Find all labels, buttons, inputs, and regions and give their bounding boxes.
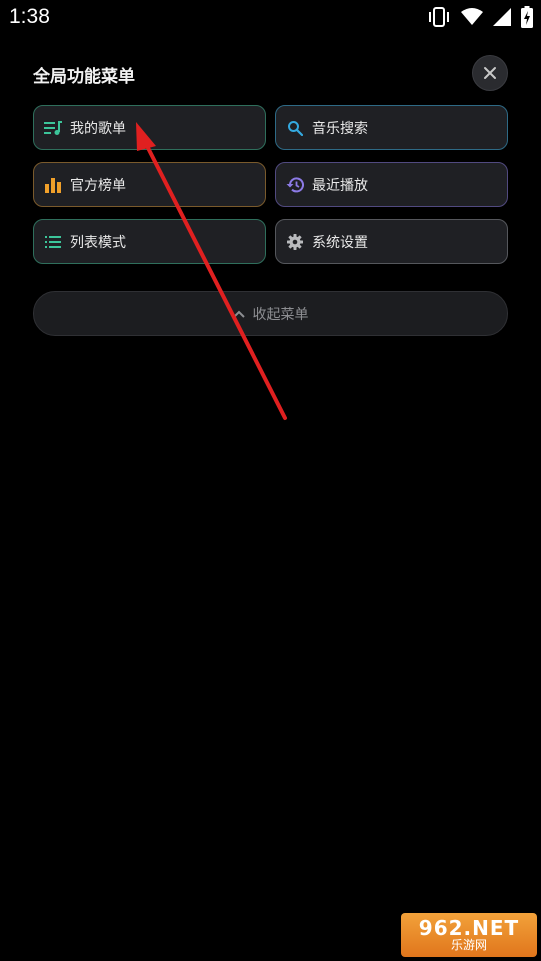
close-button[interactable] xyxy=(472,55,508,91)
my-playlist-button[interactable]: 我的歌单 xyxy=(33,105,266,150)
official-charts-button[interactable]: 官方榜单 xyxy=(33,162,266,207)
chevron-up-icon xyxy=(232,310,245,318)
collapse-menu-label: 收起菜单 xyxy=(252,306,309,323)
signal-icon xyxy=(493,8,511,26)
history-icon xyxy=(286,176,304,194)
menu-button-label: 系统设置 xyxy=(312,234,368,251)
watermark-bottom-text: 乐游网 xyxy=(450,938,487,952)
collapse-menu-button[interactable]: 收起菜单 xyxy=(33,291,508,336)
playlist-icon xyxy=(44,119,62,137)
status-icons xyxy=(427,6,533,28)
menu-button-label: 官方榜单 xyxy=(70,177,126,194)
menu-button-label: 列表模式 xyxy=(70,234,126,251)
gear-icon xyxy=(286,233,304,251)
menu-button-label: 最近播放 xyxy=(312,177,368,194)
search-icon xyxy=(286,119,304,137)
vibrate-icon xyxy=(429,7,449,27)
panel-title: 全局功能菜单 xyxy=(33,67,135,87)
menu-button-label: 我的歌单 xyxy=(70,120,126,137)
system-settings-button[interactable]: 系统设置 xyxy=(275,219,508,264)
recent-play-button[interactable]: 最近播放 xyxy=(275,162,508,207)
list-mode-button[interactable]: 列表模式 xyxy=(33,219,266,264)
status-time: 1:38 xyxy=(9,5,50,28)
watermark-top-text: 962.NET xyxy=(418,916,520,940)
battery-charging-icon xyxy=(521,6,533,28)
bar-chart-icon xyxy=(44,176,62,194)
watermark-logo: 962.NET 乐游网 xyxy=(401,913,537,957)
menu-button-label: 音乐搜索 xyxy=(312,120,368,137)
music-search-button[interactable]: 音乐搜索 xyxy=(275,105,508,150)
close-icon xyxy=(484,67,496,79)
list-icon xyxy=(44,233,62,251)
wifi-icon xyxy=(461,8,483,25)
status-bar: 1:38 xyxy=(0,0,541,38)
